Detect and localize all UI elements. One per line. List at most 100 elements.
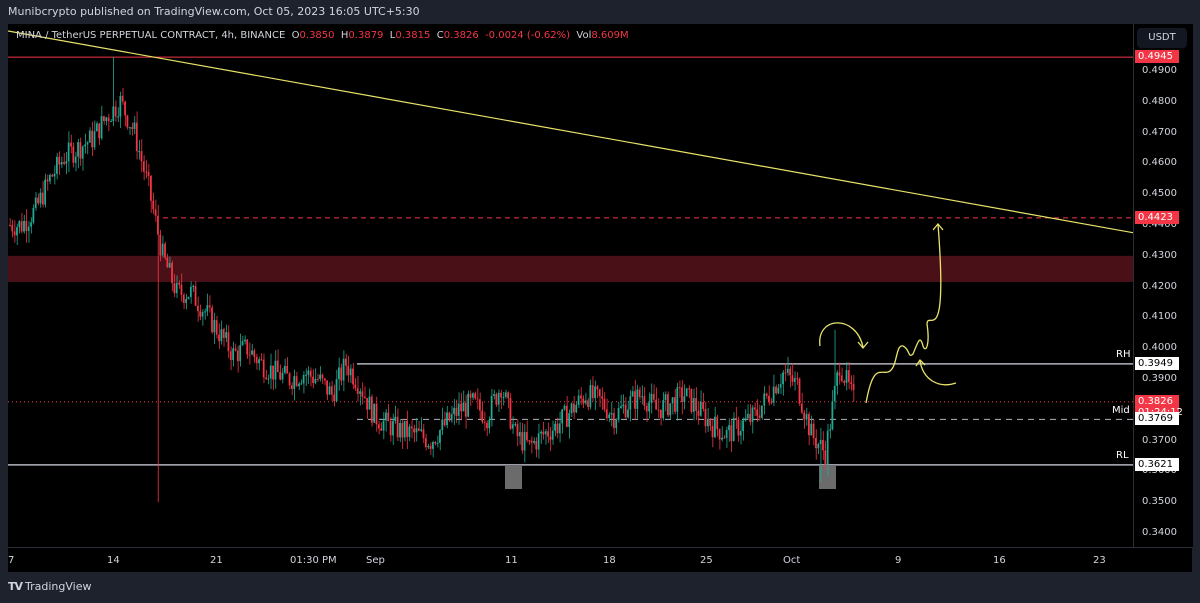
candle-body [702,402,704,409]
chart-pane[interactable] [7,24,1134,547]
candle-body [316,378,319,380]
price-tag-mid: 0.3769 [1135,412,1179,426]
candle-body [161,243,164,256]
candle-body [490,395,493,421]
candle-body [704,408,707,427]
candle-body [359,391,361,394]
candle-body [589,385,592,408]
candle-body [594,386,596,399]
candle-body [558,423,561,434]
candle-body [603,398,606,410]
candle-body [340,367,343,381]
price-tag-value: 0.4423 [1138,211,1173,223]
time-tick: 18 [603,555,616,566]
candle-body [711,425,714,438]
candle-body [516,424,519,437]
candle-body [584,400,587,404]
candle-body [77,142,79,157]
candle-body [678,387,681,389]
candle-body [511,424,514,429]
price-tick: 0.4200 [1142,280,1177,292]
candle-body [417,428,420,431]
candle-body [189,286,192,297]
candle-body [683,396,686,403]
candle-body [831,401,834,430]
candle-body [368,396,371,410]
candle-body [272,365,274,380]
price-tag-top: 0.4945 [1135,50,1179,64]
candle-body [13,231,16,236]
candle-body [443,419,446,426]
candle-body [591,385,594,399]
candle-body [427,445,430,448]
high-value: 0.3879 [348,30,384,41]
candle-body [349,368,352,376]
price-tick: 0.3700 [1142,434,1177,446]
candle-body [354,384,357,389]
candle-body [81,146,84,159]
candle-body [27,226,30,231]
candle-body [107,117,110,122]
candle-body [662,400,665,419]
candle-body [497,392,500,405]
candle-body [197,305,199,312]
candle-body [706,418,709,427]
candle-body [692,398,695,412]
candle-body [208,305,211,308]
candle-body [424,438,427,448]
candle-body [483,421,486,423]
candle-body [721,437,723,440]
candle-body [732,417,735,442]
candle-body [608,414,610,419]
trendline [7,30,1134,234]
candle-body [714,416,716,438]
candle-body [58,156,61,165]
rl-label: RL [1116,450,1129,461]
candle-body [796,378,798,380]
candle-body [93,131,96,148]
candle-body [361,391,364,397]
candle-body [467,393,469,417]
candle-body [258,359,260,364]
candle-body [533,440,535,443]
candle-body [460,403,462,412]
volume-label: Vol [576,30,592,41]
candle-body [415,428,418,433]
tradingview-logo[interactable]: TV TradingView [8,580,92,593]
candle-body [279,372,281,380]
candle-body [786,368,789,373]
candle-body [375,403,378,425]
candle-body [333,394,336,402]
candle-body [65,161,68,164]
candle-body [507,392,509,399]
candle-body [441,419,444,431]
currency-button[interactable]: USDT [1137,28,1187,48]
candle-body [140,151,143,162]
sweep-box [505,465,522,489]
time-tick: Sep [366,555,385,566]
candle-body [293,376,296,389]
candle-body [98,123,101,139]
time-tick: 21 [210,555,223,566]
candle-body [643,396,646,406]
candle-body [126,115,129,128]
candle-body [9,225,11,226]
candle-body [518,432,521,437]
price-tag-rh: 0.3949 [1135,356,1179,370]
candle-body [345,358,347,366]
time-axis[interactable]: 7 14 21 01:30 PM Sep 11 18 25 Oct 9 16 23 [8,547,1192,572]
candle-body [286,365,289,374]
time-tick: 23 [1093,555,1106,566]
candle-body [95,123,98,132]
candle-body [387,412,390,422]
candle-body [232,348,234,361]
candle-body [305,374,307,376]
candle-body [620,406,622,409]
candle-body [396,416,399,438]
candle-body [622,404,625,407]
candle-body [573,403,575,413]
candle-body [514,424,516,426]
candle-body [211,307,213,333]
candle-body [615,420,618,429]
candle-body [765,393,768,396]
